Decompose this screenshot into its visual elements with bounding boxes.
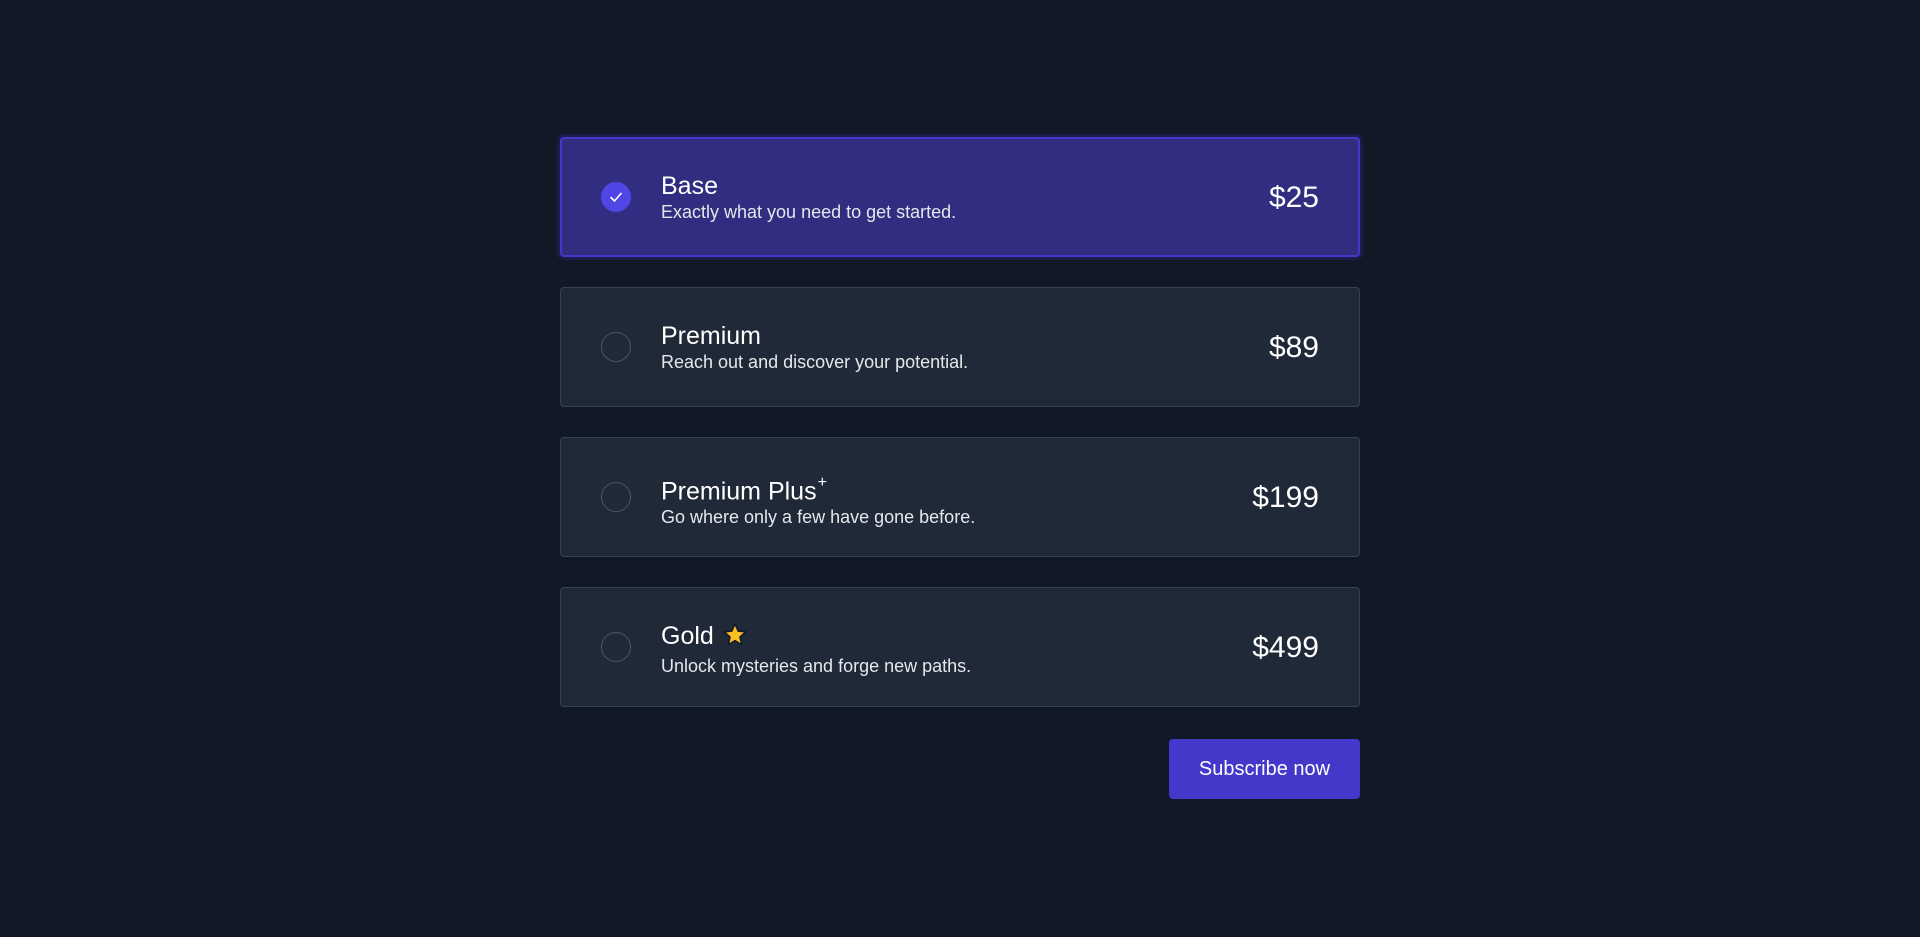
plan-description: Go where only a few have gone before. bbox=[661, 507, 976, 528]
radio-unchecked-icon[interactable] bbox=[601, 332, 631, 362]
plan-option-premium[interactable]: Premium Reach out and discover your pote… bbox=[560, 287, 1360, 407]
check-icon bbox=[610, 192, 622, 202]
plan-info: Gold Unlock mysteries and forge new path… bbox=[661, 621, 971, 677]
plan-name: Base bbox=[661, 172, 718, 200]
plan-description: Unlock mysteries and forge new paths. bbox=[661, 656, 972, 676]
plan-list: Base Exactly what you need to get starte… bbox=[560, 137, 1360, 737]
plan-price: $199 bbox=[1252, 481, 1319, 514]
plan-price: $89 bbox=[1268, 331, 1319, 364]
plan-description: Exactly what you need to get started. bbox=[661, 202, 957, 222]
radio-unchecked-icon[interactable] bbox=[601, 632, 631, 662]
plan-price: $499 bbox=[1252, 631, 1319, 664]
plan-option-premium-plus[interactable]: Premium Plus+ Go where only a few have g… bbox=[560, 437, 1360, 557]
plan-name: Gold bbox=[661, 621, 971, 655]
star-icon bbox=[722, 622, 748, 655]
radio-unchecked-icon[interactable] bbox=[601, 482, 631, 512]
plan-name-suffix: + bbox=[817, 474, 827, 491]
radio-checked-icon[interactable] bbox=[601, 182, 631, 212]
plan-option-gold[interactable]: Gold Unlock mysteries and forge new path… bbox=[560, 587, 1360, 707]
plan-option-base[interactable]: Base Exactly what you need to get starte… bbox=[560, 137, 1360, 257]
plan-name: Premium bbox=[661, 322, 762, 350]
plan-info: Premium Plus+ Go where only a few have g… bbox=[661, 471, 975, 528]
subscribe-button[interactable]: Subscribe now bbox=[1169, 739, 1360, 799]
plan-info: Premium Reach out and discover your pote… bbox=[661, 321, 968, 373]
plan-description: Reach out and discover your potential. bbox=[661, 352, 969, 372]
plan-price: $25 bbox=[1268, 181, 1319, 214]
plan-info: Base Exactly what you need to get starte… bbox=[661, 171, 956, 223]
plan-name: Premium Plus+ bbox=[661, 474, 827, 506]
